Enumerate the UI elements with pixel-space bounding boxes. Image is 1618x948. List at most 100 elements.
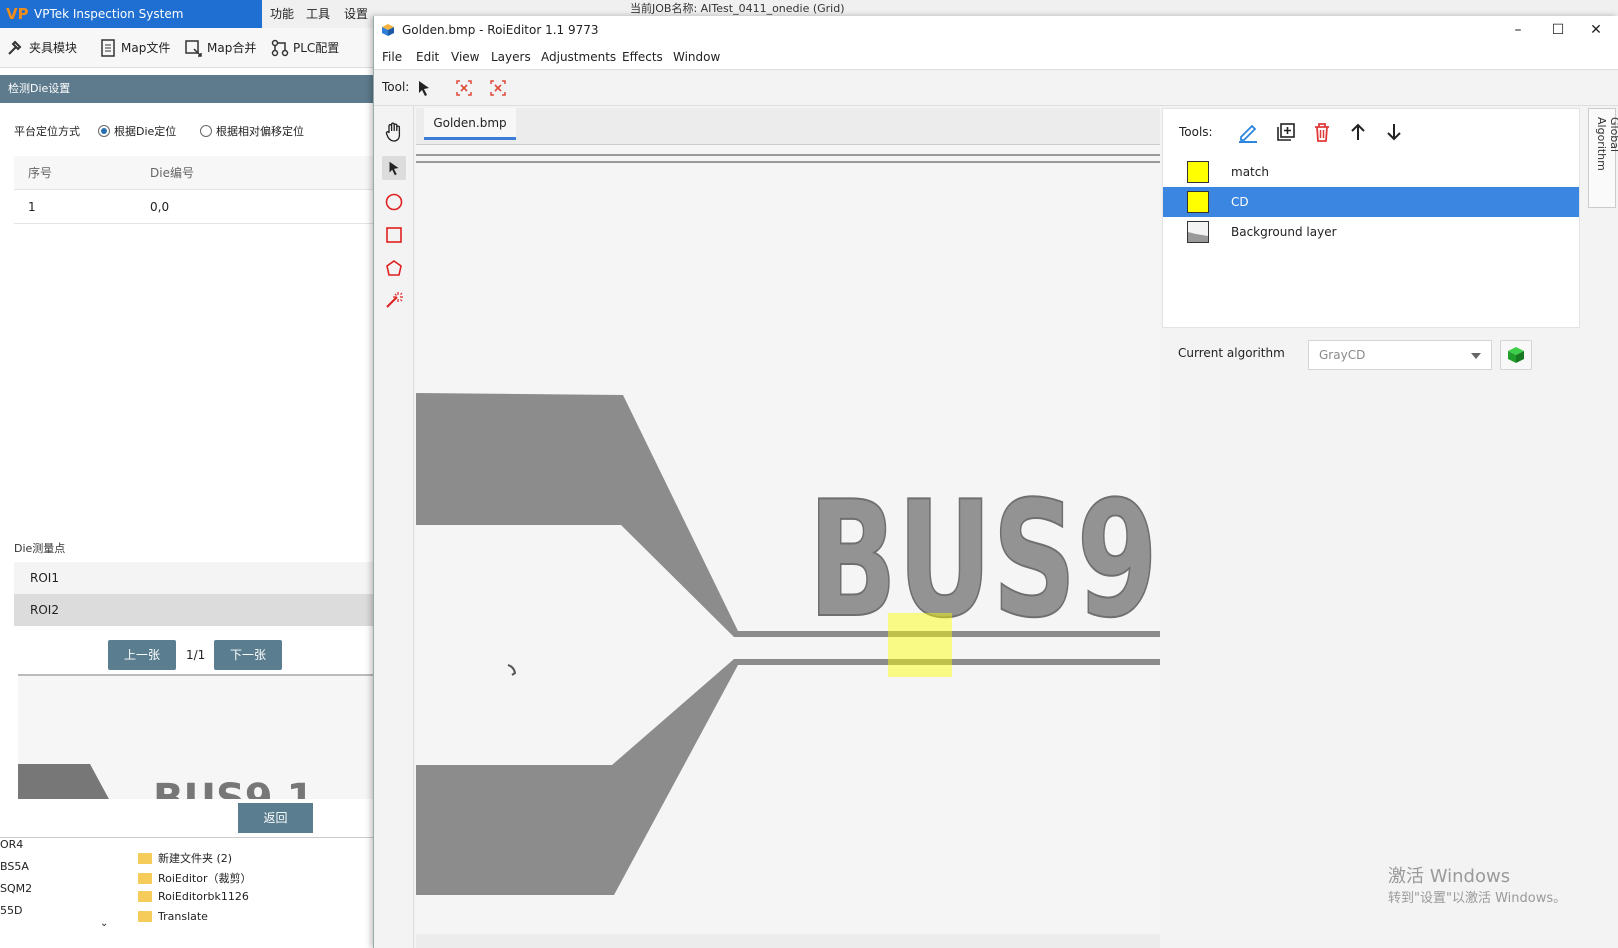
edit-layer-button[interactable] — [1235, 119, 1261, 145]
die-table: 序号 Die编号 1 0,0 — [14, 156, 375, 224]
magic-wand-tool[interactable] — [382, 288, 406, 312]
folder-label: RoiEditorbk1126 — [158, 890, 249, 903]
add-layer-icon — [1277, 123, 1295, 141]
algorithm-row: Current algorithm GrayCD — [1162, 332, 1580, 376]
map-merge-button[interactable]: Map合并 — [184, 36, 256, 60]
layer-name: match — [1231, 165, 1269, 179]
scroll-down-icon[interactable]: ⌄ — [100, 918, 108, 929]
menu-layers[interactable]: Layers — [491, 44, 531, 70]
folder-item[interactable]: RoiEditorbk1126 — [138, 890, 249, 903]
rectangle-tool[interactable] — [382, 223, 406, 247]
background-thumbnail-icon — [1188, 232, 1208, 242]
bg-menu-tools[interactable]: 工具 — [306, 0, 330, 28]
tools-label: Tools: — [1179, 125, 1213, 139]
pointer-icon[interactable] — [414, 78, 434, 98]
menu-window[interactable]: Window — [673, 44, 720, 70]
prev-image-button[interactable]: 上一张 — [108, 640, 176, 670]
roi-editor-window: Golden.bmp - RoiEditor 1.1 9773 – ☐ ✕ Fi… — [373, 16, 1618, 948]
image-canvas[interactable]: BUS9 — [416, 144, 1160, 934]
map-file-button[interactable]: Map文件 — [98, 36, 170, 60]
delete-selection-icon[interactable] — [454, 78, 474, 98]
table-cell-index: 1 — [28, 200, 36, 214]
editor-toolbar: Tool: — [374, 70, 1618, 106]
layer-name: Background layer — [1231, 225, 1337, 239]
magic-wand-icon — [386, 292, 403, 308]
list-item[interactable]: BS5A — [0, 860, 29, 873]
radio-unchecked-icon — [200, 125, 212, 137]
fixture-module-label: 夹具模块 — [29, 41, 78, 55]
editor-menubar: File Edit View Layers Adjustments Effect… — [374, 44, 1618, 70]
editor-title: Golden.bmp - RoiEditor 1.1 9773 — [402, 23, 599, 37]
menu-edit[interactable]: Edit — [416, 44, 439, 70]
folder-icon — [138, 911, 152, 922]
ellipse-tool[interactable] — [382, 190, 406, 214]
folder-item[interactable]: RoiEditor（裁剪） — [138, 870, 252, 886]
layer-item-match[interactable]: match — [1163, 157, 1579, 187]
layer-item-background[interactable]: Background layer — [1163, 217, 1579, 247]
rectangle-icon — [386, 227, 402, 243]
cd-roi-rectangle — [888, 613, 952, 677]
editor-titlebar: Golden.bmp - RoiEditor 1.1 9773 – ☐ ✕ — [374, 16, 1618, 44]
map-file-label: Map文件 — [121, 41, 171, 55]
fixture-module-button[interactable]: 夹具模块 — [6, 36, 77, 60]
minimize-button[interactable]: – — [1500, 16, 1536, 44]
maximize-button[interactable]: ☐ — [1540, 16, 1576, 44]
menu-adjustments[interactable]: Adjustments — [541, 44, 616, 70]
bg-menu-settings[interactable]: 设置 — [344, 0, 368, 28]
layers-panel: Tools: match CD Background layer — [1162, 108, 1580, 328]
algorithm-select[interactable]: GrayCD — [1308, 340, 1492, 370]
locate-by-offset-label: 根据相对偏移定位 — [216, 125, 304, 138]
folder-icon — [138, 872, 152, 884]
roi-thumbnail-preview: BUS9 1 — [18, 674, 375, 799]
folder-item[interactable]: Translate — [138, 910, 208, 923]
bg-menu-function[interactable]: 功能 — [270, 0, 294, 28]
document-tab[interactable]: Golden.bmp — [424, 108, 516, 140]
folder-item[interactable]: 新建文件夹 (2) — [138, 850, 232, 866]
plc-config-button[interactable]: PLC配置 — [270, 36, 339, 60]
layer-color-swatch — [1187, 191, 1209, 213]
global-algorithm-tab-label: Global Algorithm — [1595, 117, 1618, 171]
editor-toolbox — [374, 106, 414, 948]
clear-selection-icon[interactable] — [488, 78, 508, 98]
polygon-tool[interactable] — [382, 256, 406, 280]
return-button[interactable]: 返回 — [238, 803, 313, 833]
table-row[interactable]: 1 0,0 — [14, 190, 375, 224]
select-tool[interactable] — [382, 156, 406, 180]
canvas-text-bus9: BUS9 — [808, 466, 1158, 653]
menu-effects[interactable]: Effects — [622, 44, 663, 70]
file-explorer-fragment: OR4 BS5A SQM2 55D ⌄ 新建文件夹 (2) RoiEditor（… — [0, 837, 375, 948]
roi-list-item-2[interactable]: ROI2 — [14, 594, 375, 626]
locate-by-die-radio[interactable]: 根据Die定位 — [98, 118, 176, 146]
document-area: Golden.bmp BUS9 — [416, 108, 1160, 948]
move-layer-down-button[interactable] — [1381, 119, 1407, 145]
add-layer-button[interactable] — [1273, 119, 1299, 145]
close-button[interactable]: ✕ — [1578, 16, 1614, 44]
activate-windows-watermark: 激活 Windows — [1388, 866, 1511, 887]
radio-checked-icon — [98, 125, 110, 137]
algorithm-select-value: GrayCD — [1319, 348, 1366, 362]
menu-view[interactable]: View — [451, 44, 479, 70]
layer-item-cd[interactable]: CD — [1163, 187, 1579, 217]
layer-thumbnail — [1187, 221, 1209, 243]
folder-icon — [138, 852, 152, 864]
bg-app-title: VP VPTek Inspection System 1.0.0.0[Admin… — [0, 0, 262, 49]
pan-tool[interactable] — [382, 120, 406, 144]
roi-list-item-1[interactable]: ROI1 — [14, 562, 375, 594]
circle-icon — [385, 193, 403, 211]
list-item[interactable]: OR4 — [0, 838, 23, 851]
algorithm-config-button[interactable] — [1500, 340, 1532, 370]
chevron-down-icon — [1471, 353, 1481, 359]
delete-layer-button[interactable] — [1309, 119, 1335, 145]
folder-icon — [138, 891, 152, 902]
global-algorithm-tab[interactable]: Global Algorithm — [1588, 108, 1618, 208]
next-image-button[interactable]: 下一张 — [214, 640, 282, 670]
move-layer-up-button[interactable] — [1345, 119, 1371, 145]
app-cube-icon — [382, 24, 394, 36]
plc-config-label: PLC配置 — [293, 41, 340, 55]
column-header-die-id: Die编号 — [150, 166, 194, 180]
menu-file[interactable]: File — [382, 44, 402, 70]
polygon-icon — [386, 260, 402, 276]
list-item[interactable]: SQM2 — [0, 882, 32, 895]
list-item[interactable]: 55D — [0, 904, 22, 917]
locate-by-offset-radio[interactable]: 根据相对偏移定位 — [200, 118, 304, 146]
